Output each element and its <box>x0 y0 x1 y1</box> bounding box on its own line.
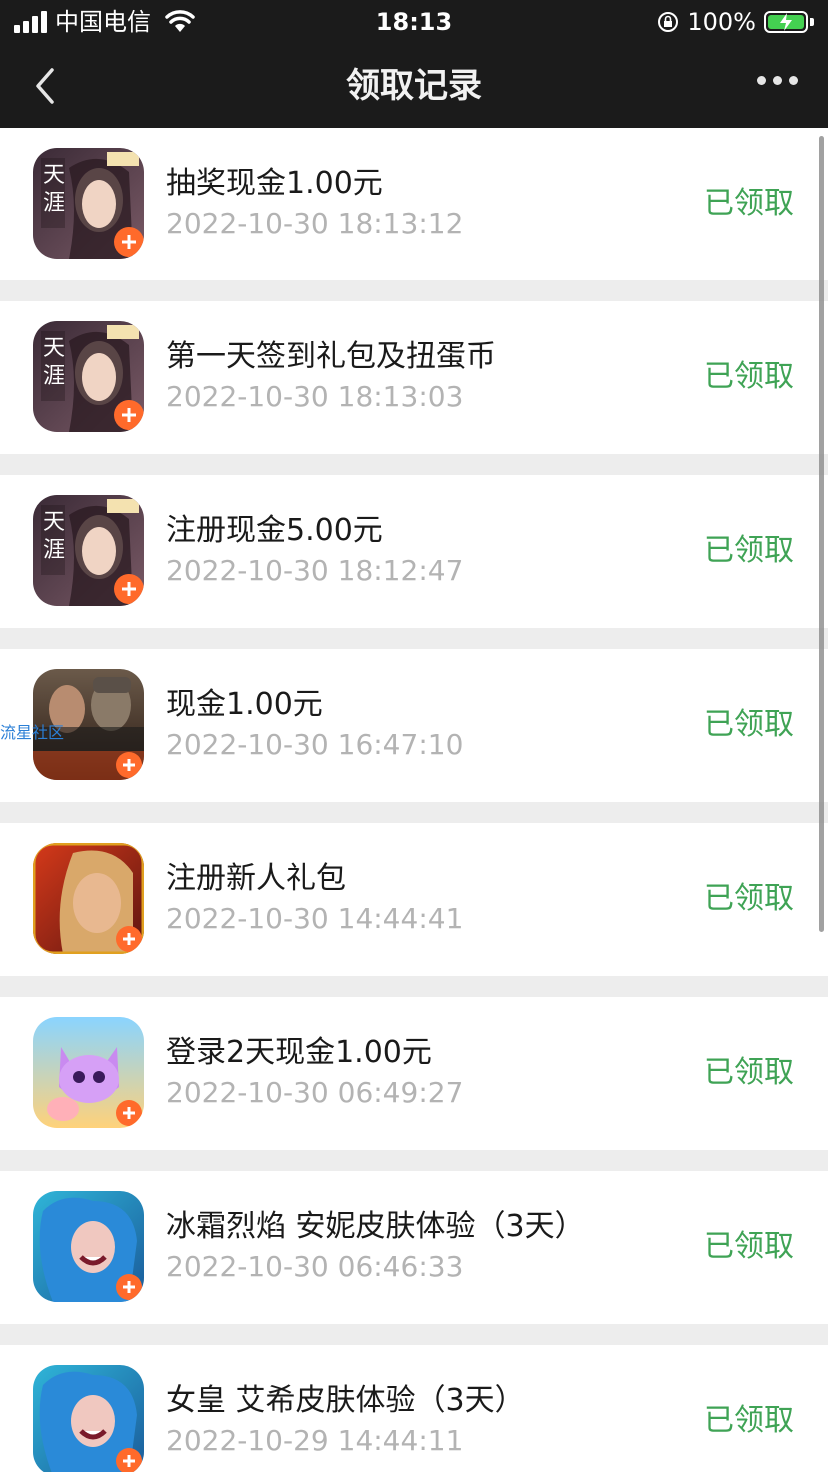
watermark-text: 流星社区 <box>0 723 65 742</box>
status-claimed: 已领取 <box>704 533 794 568</box>
record-item[interactable]: 天 涯 注册现金5.00元 2022-10-30 18:12:47 已领取 <box>0 475 828 628</box>
tianya-game-icon: 天 涯 <box>33 148 144 259</box>
record-item[interactable]: 天 涯 第一天签到礼包及扭蛋币 2022-10-30 18:13:03 已领取 <box>0 301 828 454</box>
page-title: 领取记录 <box>346 66 482 106</box>
jinx-game-icon <box>33 1365 144 1472</box>
scrollbar[interactable] <box>819 136 824 932</box>
status-claimed: 已领取 <box>704 881 794 916</box>
record-time: 2022-10-30 18:13:03 <box>166 380 464 413</box>
record-title: 冰霜烈焰 安妮皮肤体验（3天） <box>166 1209 585 1244</box>
svg-text:天: 天 <box>43 510 65 535</box>
status-right: 100% <box>657 7 814 37</box>
record-title: 登录2天现金1.00元 <box>166 1035 432 1070</box>
svg-text:天: 天 <box>43 336 65 361</box>
tianya-game-icon: 天 涯 <box>33 495 144 606</box>
svg-text:涯: 涯 <box>43 364 65 389</box>
5v5-game-icon <box>33 843 144 954</box>
record-item[interactable]: 天 涯 抽奖现金1.00元 2022-10-30 18:13:12 已领取 <box>0 128 828 280</box>
record-time: 2022-10-30 18:12:47 <box>166 554 464 587</box>
battery-percent: 100% <box>687 8 756 36</box>
status-claimed: 已领取 <box>704 707 794 742</box>
svg-text:涯: 涯 <box>43 191 65 216</box>
status-claimed: 已领取 <box>704 186 794 221</box>
record-item[interactable]: 冰霜烈焰 安妮皮肤体验（3天） 2022-10-30 06:46:33 已领取 <box>0 1171 828 1324</box>
jinx-game-icon <box>33 1191 144 1302</box>
record-title: 现金1.00元 <box>166 687 323 722</box>
status-claimed: 已领取 <box>704 1403 794 1438</box>
record-time: 2022-10-30 18:13:12 <box>166 207 464 240</box>
record-item[interactable]: 流星社区 现金1.00元 2022-10-30 16:47:10 已领取 <box>0 649 828 802</box>
record-time: 2022-10-30 06:46:33 <box>166 1250 464 1283</box>
record-time: 2022-10-30 06:49:27 <box>166 1076 464 1109</box>
record-time: 2022-10-30 14:44:41 <box>166 902 464 935</box>
record-title: 第一天签到礼包及扭蛋币 <box>166 339 496 374</box>
record-item[interactable]: 女皇 艾希皮肤体验（3天） 2022-10-29 14:44:11 已领取 <box>0 1345 828 1472</box>
record-item[interactable]: 登录2天现金1.00元 2022-10-30 06:49:27 已领取 <box>0 997 828 1150</box>
record-list: 天 涯 抽奖现金1.00元 2022-10-30 18:13:12 已领取 天 … <box>0 128 828 1472</box>
svg-text:涯: 涯 <box>43 538 65 563</box>
record-title: 女皇 艾希皮肤体验（3天） <box>166 1383 525 1418</box>
status-claimed: 已领取 <box>704 1055 794 1090</box>
record-title: 注册现金5.00元 <box>166 513 383 548</box>
status-claimed: 已领取 <box>704 359 794 394</box>
cat-game-icon <box>33 1017 144 1128</box>
record-time: 2022-10-29 14:44:11 <box>166 1424 464 1457</box>
orientation-lock-icon <box>658 12 679 32</box>
more-options-icon[interactable] <box>757 76 798 85</box>
status-claimed: 已领取 <box>704 1229 794 1264</box>
record-time: 2022-10-30 16:47:10 <box>166 728 464 761</box>
record-title: 抽奖现金1.00元 <box>166 166 383 201</box>
svg-text:天: 天 <box>43 163 65 188</box>
status-bar: 中国电信 18:13 100% <box>0 0 828 44</box>
tianya-game-icon: 天 涯 <box>33 321 144 432</box>
record-title: 注册新人礼包 <box>166 861 346 896</box>
battery-icon <box>764 11 808 33</box>
nav-bar: 领取记录 <box>0 44 828 128</box>
record-item[interactable]: 注册新人礼包 2022-10-30 14:44:41 已领取 <box>0 823 828 976</box>
battery-tip <box>810 18 814 26</box>
